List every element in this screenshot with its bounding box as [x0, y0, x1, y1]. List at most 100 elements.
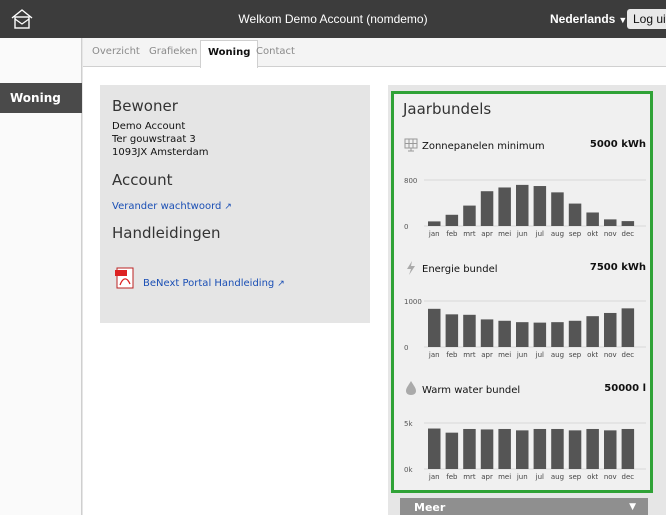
bar-aug[interactable]: [551, 322, 564, 347]
x-tick-label: mei: [498, 351, 511, 359]
x-tick-label: mrt: [463, 351, 476, 359]
bar-mei[interactable]: [498, 320, 511, 347]
bundle-value: 7500 kWh: [589, 262, 646, 273]
bewoner-panel: Bewoner Demo Account Ter gouwstraat 3 10…: [100, 85, 370, 323]
x-tick-label: jan: [428, 351, 440, 359]
bar-nov[interactable]: [604, 430, 617, 469]
x-tick-label: dec: [622, 351, 635, 359]
x-tick-label: dec: [622, 230, 635, 238]
manual-link[interactable]: BeNext Portal Handleiding ↗: [143, 271, 285, 290]
external-link-icon: ↗: [224, 202, 232, 212]
x-tick-label: sep: [569, 473, 582, 481]
bar-jul[interactable]: [533, 322, 547, 347]
bar-jun[interactable]: [516, 430, 529, 469]
water-chart: 0k 5k jan feb mrt apr mei jun jul aug sep okt nov dec: [404, 420, 646, 481]
bar-aug[interactable]: [551, 428, 564, 469]
bar-feb[interactable]: [445, 432, 459, 469]
sidebar: Woning: [0, 38, 82, 515]
bar-sep[interactable]: [568, 203, 582, 226]
bar-jul[interactable]: [533, 186, 547, 226]
bar-dec[interactable]: [621, 308, 635, 347]
x-tick-label: nov: [604, 230, 617, 238]
jaarbundels-heading: Jaarbundels: [403, 100, 492, 118]
x-tick-label: jun: [516, 230, 528, 238]
bar-jul[interactable]: [533, 428, 547, 469]
bundle-value: 50000 l: [604, 383, 646, 394]
bar-jun[interactable]: [516, 322, 529, 347]
bar-mei[interactable]: [498, 187, 511, 226]
tab-contact[interactable]: Contact: [256, 46, 295, 57]
bar-jun[interactable]: [516, 184, 529, 226]
caret-down-icon: ▼: [629, 502, 636, 512]
bewoner-heading: Bewoner: [112, 97, 178, 115]
y-tick-label: 800: [404, 177, 417, 185]
x-tick-label: apr: [481, 473, 493, 481]
x-tick-label: okt: [587, 230, 598, 238]
bundle-title: Warm water bundel: [422, 385, 521, 396]
x-tick-label: dec: [622, 473, 635, 481]
bar-jan[interactable]: [428, 308, 441, 347]
water-drop-icon: [406, 381, 416, 395]
bar-jan[interactable]: [428, 428, 441, 469]
pdf-icon: [115, 267, 134, 289]
x-tick-label: aug: [551, 351, 564, 359]
x-tick-label: mrt: [463, 230, 476, 238]
x-tick-label: okt: [587, 473, 598, 481]
tab-bar: Overzicht Grafieken Woning Contact: [83, 38, 666, 68]
bundle-title: Energie bundel: [422, 264, 498, 275]
x-tick-label: feb: [446, 230, 458, 238]
x-tick-label: jul: [535, 473, 544, 481]
bar-okt[interactable]: [586, 212, 599, 226]
resident-city: 1093JX Amsterdam: [112, 147, 209, 158]
bar-mrt[interactable]: [463, 428, 476, 469]
bundle-title: Zonnepanelen minimum: [422, 141, 545, 152]
x-tick-label: okt: [587, 351, 598, 359]
bar-apr[interactable]: [480, 191, 494, 226]
x-tick-label: mei: [498, 230, 511, 238]
x-tick-label: apr: [481, 230, 493, 238]
bar-mrt[interactable]: [463, 205, 476, 226]
manual-link-label: BeNext Portal Handleiding: [143, 278, 275, 289]
tab-grafieken[interactable]: Grafieken: [149, 46, 197, 57]
bar-mei[interactable]: [498, 428, 511, 469]
bar-aug[interactable]: [551, 192, 564, 226]
language-dropdown[interactable]: Nederlands ▼: [550, 12, 627, 26]
x-tick-label: feb: [446, 351, 458, 359]
jaarbundels-panel: Jaarbundels Zonnepanelen minimum 5000 kW…: [391, 91, 653, 493]
bar-sep[interactable]: [568, 320, 582, 347]
tab-overzicht[interactable]: Overzicht: [92, 46, 140, 57]
x-tick-label: jul: [535, 230, 544, 238]
bar-feb[interactable]: [445, 214, 459, 226]
y-tick-label: 5k: [404, 420, 413, 428]
resident-street: Ter gouwstraat 3: [112, 134, 196, 145]
bar-okt[interactable]: [586, 428, 599, 469]
x-tick-label: aug: [551, 473, 564, 481]
tab-woning[interactable]: Woning: [200, 40, 259, 68]
logout-button[interactable]: Log uit: [627, 9, 666, 29]
bar-apr[interactable]: [480, 319, 494, 347]
bar-dec[interactable]: [621, 428, 635, 469]
bar-jan[interactable]: [428, 221, 441, 226]
x-tick-label: jan: [428, 230, 440, 238]
sidebar-item-woning[interactable]: Woning: [0, 83, 82, 113]
top-bar: Welkom Demo Account (nomdemo) Nederlands…: [0, 0, 666, 38]
resident-name: Demo Account: [112, 121, 186, 132]
meer-button[interactable]: Meer ▼: [400, 498, 648, 515]
energy-chart: 0 1000 jan feb mrt apr mei jun jul aug sep okt nov de…: [404, 298, 646, 359]
change-password-link[interactable]: Verander wachtwoord ↗: [112, 194, 358, 213]
bar-nov[interactable]: [604, 219, 617, 226]
bar-apr[interactable]: [480, 429, 494, 469]
bar-feb[interactable]: [445, 314, 459, 347]
bar-mrt[interactable]: [463, 314, 476, 347]
external-link-icon: ↗: [277, 279, 285, 289]
x-tick-label: apr: [481, 351, 493, 359]
handleidingen-heading: Handleidingen: [112, 224, 221, 242]
bar-sep[interactable]: [568, 430, 582, 469]
bar-nov[interactable]: [604, 312, 617, 347]
x-tick-label: mrt: [463, 473, 476, 481]
bar-dec[interactable]: [621, 221, 635, 226]
solar-panel-icon: [404, 138, 418, 152]
change-password-label: Verander wachtwoord: [112, 201, 222, 212]
bar-okt[interactable]: [586, 316, 599, 347]
solar-chart: 0 800 jan feb mrt apr mei jun jul aug sep okt nov dec: [404, 177, 646, 238]
